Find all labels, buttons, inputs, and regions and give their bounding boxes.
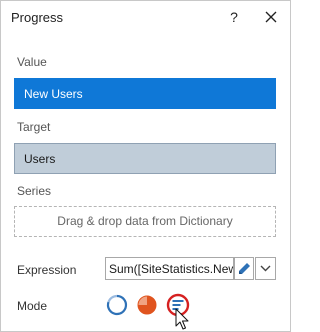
data-bars-mode-icon	[166, 293, 190, 330]
target-label: Target	[17, 120, 51, 134]
pencil-icon	[239, 263, 250, 274]
value-field[interactable]: New Users	[14, 78, 276, 109]
series-label: Series	[17, 184, 52, 198]
target-field-text: Users	[24, 152, 56, 166]
target-field[interactable]: Users	[14, 143, 276, 174]
close-icon	[265, 11, 277, 23]
title-bar: Progress ?	[1, 1, 290, 33]
expression-label: Expression	[17, 263, 77, 277]
expression-input[interactable]: Sum([SiteStatistics.New U	[105, 257, 234, 280]
circle-mode-icon	[106, 294, 128, 316]
series-drop-hint: Drag & drop data from Dictionary	[57, 214, 233, 228]
close-button[interactable]	[260, 6, 282, 28]
expression-dropdown-button[interactable]	[255, 257, 276, 280]
mode-data-bars-button[interactable]	[165, 292, 191, 332]
pie-mode-icon	[137, 295, 157, 315]
value-label: Value	[17, 55, 47, 69]
expression-edit-button[interactable]	[234, 257, 254, 280]
mode-circle-button[interactable]	[105, 293, 129, 317]
mode-pie-button[interactable]	[135, 293, 159, 317]
progress-dialog: Progress ? Value New Users Target Users …	[0, 0, 291, 332]
help-button[interactable]: ?	[223, 6, 245, 28]
mode-label: Mode	[17, 299, 48, 313]
chevron-down-icon	[260, 265, 271, 272]
value-field-text: New Users	[24, 87, 83, 101]
series-drop-zone[interactable]: Drag & drop data from Dictionary	[14, 206, 276, 237]
dialog-title: Progress	[11, 10, 64, 25]
